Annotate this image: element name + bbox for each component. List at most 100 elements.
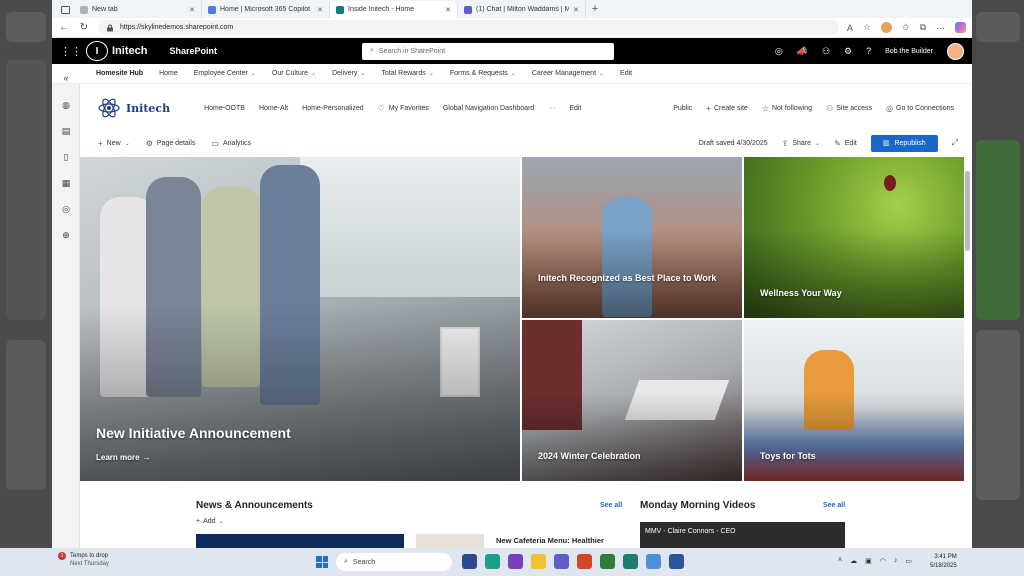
wifi-icon[interactable]: ◠ [880, 557, 886, 565]
store-icon[interactable] [646, 554, 661, 569]
profile-avatar[interactable] [881, 22, 893, 33]
site-nav-my-favorites[interactable]: ♡ My Favorites [378, 104, 429, 113]
close-tab-icon[interactable]: ✕ [573, 6, 579, 14]
share-button[interactable]: ⇪ Share ⌄ [782, 139, 820, 148]
browser-tab-chat[interactable]: (1) Chat | Milton Waddams | Micr ✕ [458, 1, 586, 18]
hub-nav-total-rewards[interactable]: Total Rewards ⌄ [381, 70, 433, 77]
site-nav-home-personalized[interactable]: Home-Personalized [302, 105, 363, 112]
hub-nav-home[interactable]: Home [159, 70, 178, 77]
network-icon[interactable]: ⚇ [822, 46, 830, 57]
new-tab-button[interactable]: + [586, 1, 604, 18]
battery-icon[interactable]: ▭ [905, 557, 912, 565]
extensions-icon[interactable]: ⧉ [920, 22, 926, 33]
weather-widget[interactable]: 1 Temps to drop Next Thursday [58, 552, 109, 568]
follow-button[interactable]: ☆ Not following [762, 104, 812, 113]
analytics-button[interactable]: ▭ Analytics [211, 139, 251, 148]
chevron-up-icon[interactable]: ˄ [838, 557, 842, 565]
site-access-button[interactable]: ⚇ Site access [826, 104, 872, 113]
edge-icon[interactable] [485, 554, 500, 569]
collapse-icon[interactable]: « [61, 73, 71, 83]
site-nav-home-alt[interactable]: Home-Alt [259, 105, 288, 112]
news-thumbnail[interactable] [416, 534, 484, 548]
task-view-icon[interactable] [462, 554, 477, 569]
create-site-button[interactable]: + Create site [706, 104, 748, 113]
app-launcher-icon[interactable]: ⋮⋮ [60, 45, 82, 58]
document-icon[interactable]: ▯ [61, 152, 71, 162]
edit-button[interactable]: ✎ Edit [834, 139, 857, 148]
refresh-icon[interactable]: ↻ [78, 22, 90, 33]
copilot-suite-icon[interactable]: ◎ [775, 46, 783, 57]
favorites-icon[interactable]: ✩ [902, 22, 910, 33]
republish-button[interactable]: ▥ Republish [870, 134, 938, 152]
brand-logo[interactable]: I Initech [86, 41, 147, 61]
hero-tile-wellness[interactable]: Wellness Your Way [744, 157, 964, 318]
hero-tile-toys-for-tots[interactable]: Toys for Tots [744, 320, 964, 481]
chrome-icon[interactable] [600, 554, 615, 569]
sharepoint-search-box[interactable]: ⌕ Search in SharePoint [362, 42, 614, 60]
more-icon[interactable]: ··· [936, 23, 945, 33]
site-logo[interactable]: Initech [98, 97, 170, 119]
read-aloud-icon[interactable]: A [847, 23, 853, 33]
page-details-button[interactable]: ⚙ Page details [146, 139, 196, 148]
taskbar-search[interactable]: ⌕ Search [336, 553, 452, 571]
hub-nav-career-management[interactable]: Career Management ⌄ [532, 70, 604, 77]
sites-icon[interactable]: ◎ [61, 204, 71, 214]
hub-nav-edit[interactable]: Edit [620, 70, 632, 77]
hub-title[interactable]: Homesite Hub [96, 70, 143, 77]
browser-tab-new-tab[interactable]: New tab ✕ [74, 1, 202, 18]
site-nav-home-ootb[interactable]: Home-OOTB [204, 105, 245, 112]
hero-main-tile[interactable]: New Initiative Announcement Learn more → [80, 157, 520, 481]
hub-nav-our-culture[interactable]: Our Culture ⌄ [272, 70, 316, 77]
scrollbar-thumb[interactable] [965, 171, 970, 251]
tab-actions-icon[interactable] [56, 1, 74, 18]
news-headline[interactable]: New Cafeteria Menu: Healthier [496, 536, 604, 545]
close-tab-icon[interactable]: ✕ [445, 6, 451, 14]
hub-nav-employee-center[interactable]: Employee Center ⌄ [194, 70, 256, 77]
learn-more-link[interactable]: Learn more → [96, 453, 151, 462]
settings-gear-icon[interactable]: ⚙ [844, 46, 852, 57]
edge-dev-icon[interactable] [623, 554, 638, 569]
copilot-icon[interactable] [955, 22, 966, 33]
word-icon[interactable] [669, 554, 684, 569]
onenote-icon[interactable] [508, 554, 523, 569]
expand-icon[interactable]: ⤢ [952, 138, 958, 148]
news-thumbnail[interactable] [196, 534, 404, 548]
videos-see-all-link[interactable]: See all [823, 502, 845, 509]
hero-tile-best-place[interactable]: Initech Recognized as Best Place to Work [522, 157, 742, 318]
taskbar-clock[interactable]: 3:41 PM 5/18/2025 [930, 553, 957, 571]
teams-icon[interactable] [554, 554, 569, 569]
news-add-button[interactable]: + Add ⌄ [196, 518, 224, 525]
onedrive-icon[interactable]: ☁ [850, 557, 857, 565]
site-nav-more[interactable]: ··· [548, 105, 555, 112]
back-arrow-icon[interactable]: ← [58, 22, 70, 33]
close-tab-icon[interactable]: ✕ [317, 6, 323, 14]
close-tab-icon[interactable]: ✕ [189, 6, 195, 14]
sharepoint-label[interactable]: SharePoint [169, 46, 217, 56]
teams-tray-icon[interactable]: ▣ [865, 557, 872, 565]
lists-icon[interactable]: ▦ [61, 178, 71, 188]
powerpoint-icon[interactable] [577, 554, 592, 569]
windows-start-icon[interactable] [316, 556, 328, 568]
hero-tile-winter-celebration[interactable]: 2024 Winter Celebration [522, 320, 742, 481]
file-explorer-icon[interactable] [531, 554, 546, 569]
site-nav-edit[interactable]: Edit [569, 105, 581, 112]
user-name[interactable]: Bob the Builder [885, 48, 933, 55]
favorite-star-icon[interactable]: ☆ [863, 22, 871, 33]
browser-tab-inside-initech[interactable]: Inside Initech - Home ✕ [330, 1, 458, 18]
hub-nav-delivery[interactable]: Delivery ⌄ [332, 70, 365, 77]
globe-icon[interactable]: ◍ [61, 100, 71, 110]
news-see-all-link[interactable]: See all [600, 502, 622, 509]
new-button[interactable]: + New ⌄ [98, 139, 130, 148]
create-icon[interactable]: ⊕ [61, 230, 71, 240]
page-scrollbar[interactable] [965, 157, 970, 547]
browser-tab-copilot[interactable]: Home | Microsoft 365 Copilot ✕ [202, 1, 330, 18]
url-field[interactable]: https://skylinedemos.sharepoint.com [98, 20, 839, 35]
go-to-connections-button[interactable]: ◎ Go to Connections [886, 104, 954, 113]
megaphone-icon[interactable]: 📣 [797, 46, 808, 57]
hub-nav-forms-requests[interactable]: Forms & Requests ⌄ [450, 70, 516, 77]
news-icon[interactable]: ▤ [61, 126, 71, 136]
help-icon[interactable]: ? [866, 46, 871, 56]
user-avatar[interactable] [947, 42, 964, 60]
video-card[interactable]: MMV - Claire Connors - CEO [640, 522, 845, 548]
site-nav-global-dashboard[interactable]: Global Navigation Dashboard [443, 105, 534, 112]
